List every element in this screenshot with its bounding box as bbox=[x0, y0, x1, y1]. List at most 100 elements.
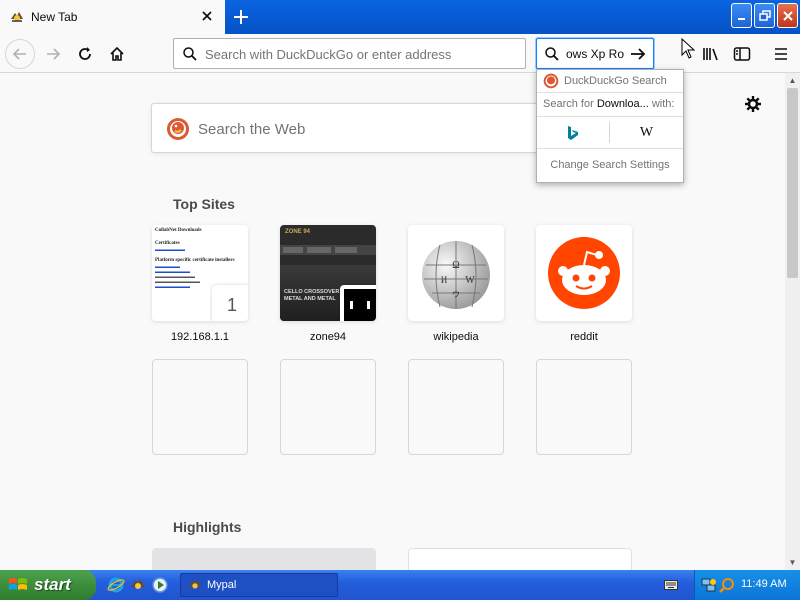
back-button[interactable] bbox=[5, 39, 35, 69]
reddit-logo-icon bbox=[548, 237, 620, 309]
thumb-title: CollabNet Downloads bbox=[155, 228, 202, 233]
windows-logo-icon bbox=[9, 578, 27, 590]
wikipedia-globe-icon: Ω И W ウ bbox=[422, 241, 490, 309]
taskbar-item-label: Mypal bbox=[207, 579, 237, 591]
top-site-tile[interactable] bbox=[536, 225, 632, 321]
new-tab-icon[interactable] bbox=[229, 5, 253, 29]
search-for-query: Downloa... bbox=[596, 98, 649, 110]
top-site-tile[interactable]: CollabNet Downloads Certificates ▬▬▬▬▬▬ … bbox=[152, 225, 248, 321]
highlight-card-placeholder bbox=[152, 548, 376, 570]
duckduckgo-logo-icon bbox=[543, 73, 559, 89]
search-for-prefix: Search for bbox=[543, 98, 594, 110]
dropdown-header[interactable]: DuckDuckGo Search bbox=[537, 70, 683, 93]
library-button[interactable] bbox=[696, 39, 726, 69]
scroll-down-icon[interactable]: ▼ bbox=[785, 555, 800, 570]
highlights-heading: Highlights bbox=[173, 519, 242, 535]
tile-label: wikipedia bbox=[433, 331, 479, 343]
search-icon bbox=[183, 47, 197, 61]
highlight-card-placeholder bbox=[408, 548, 632, 570]
empty-tile-placeholder bbox=[536, 359, 632, 455]
search-bar[interactable]: ows Xp Ro bbox=[536, 38, 654, 69]
scrollbar-thumb[interactable] bbox=[787, 88, 798, 278]
tile-label: 192.168.1.1 bbox=[170, 331, 230, 343]
close-tab-icon[interactable] bbox=[199, 8, 215, 24]
system-tray: 11:49 AM bbox=[694, 570, 800, 600]
alt-engines-row: W bbox=[537, 116, 683, 149]
thumb-banner: ZONE 94 bbox=[285, 229, 311, 235]
tile-label: reddit bbox=[570, 331, 598, 343]
tab-new-tab[interactable]: New Tab bbox=[0, 0, 225, 34]
svg-text:Ω: Ω bbox=[452, 260, 459, 271]
top-site-tile[interactable]: Ω И W ウ bbox=[408, 225, 504, 321]
mypal-icon[interactable] bbox=[129, 576, 147, 594]
empty-tile-placeholder bbox=[280, 359, 376, 455]
top-sites-heading: Top Sites bbox=[173, 196, 235, 212]
bing-icon bbox=[568, 125, 578, 140]
thumb-headline: CELLO CROSSOVER METAL AND METAL bbox=[284, 289, 340, 302]
empty-tile-placeholder bbox=[408, 359, 504, 455]
svg-text:И: И bbox=[441, 275, 448, 285]
dropdown-engine-name: DuckDuckGo Search bbox=[564, 75, 667, 87]
search-input-value[interactable]: ows Xp Ro bbox=[566, 47, 626, 61]
web-search-placeholder: Search the Web bbox=[198, 121, 306, 138]
thumb-line: Platform specific certificate installers bbox=[155, 258, 235, 263]
thumb-line: Certificates bbox=[155, 241, 180, 246]
taskbar: start Mypal 11:49 AM bbox=[0, 570, 800, 600]
search-engine-dropdown: DuckDuckGo Search Search for Downloa... … bbox=[536, 69, 684, 183]
navigation-toolbar: ows Xp Ro bbox=[0, 34, 800, 73]
sidebar-button[interactable] bbox=[727, 39, 757, 69]
internet-explorer-icon[interactable] bbox=[107, 576, 125, 594]
start-button[interactable]: start bbox=[0, 570, 96, 600]
close-icon bbox=[782, 10, 793, 21]
menu-button[interactable] bbox=[766, 39, 796, 69]
mypal-icon bbox=[188, 579, 202, 589]
tile-badge: 1 bbox=[212, 285, 248, 321]
restore-button[interactable] bbox=[754, 3, 775, 28]
tab-strip: New Tab bbox=[0, 0, 800, 34]
url-bar[interactable] bbox=[173, 38, 526, 69]
mypal-favicon-icon bbox=[11, 12, 23, 22]
tile-label: zone94 bbox=[309, 331, 347, 343]
network-icon[interactable] bbox=[701, 577, 717, 593]
clock: 11:49 AM bbox=[741, 578, 787, 590]
forward-button[interactable] bbox=[38, 39, 68, 69]
restore-icon bbox=[758, 9, 771, 21]
tab-title: New Tab bbox=[31, 10, 78, 24]
media-player-icon[interactable] bbox=[151, 576, 169, 594]
search-icon bbox=[545, 47, 559, 61]
start-label: start bbox=[34, 575, 71, 594]
change-search-settings[interactable]: Change Search Settings bbox=[537, 159, 683, 171]
mouse-cursor-icon bbox=[681, 38, 695, 59]
go-arrow-icon[interactable] bbox=[629, 45, 647, 63]
wikipedia-engine-button[interactable]: W bbox=[610, 117, 683, 148]
svg-text:W: W bbox=[465, 275, 475, 286]
sidebar-icon bbox=[733, 47, 751, 61]
svg-text:ウ: ウ bbox=[452, 290, 460, 299]
reload-icon bbox=[79, 47, 91, 60]
back-arrow-icon bbox=[12, 48, 26, 60]
minimize-icon bbox=[737, 17, 745, 20]
search-tray-icon[interactable] bbox=[719, 577, 735, 593]
home-icon bbox=[110, 46, 124, 61]
home-button[interactable] bbox=[102, 39, 132, 69]
page-scrollbar[interactable]: ▲ ▼ bbox=[785, 73, 800, 570]
gear-icon[interactable] bbox=[744, 95, 762, 113]
top-site-tile[interactable]: ZONE 94 CELLO CROSSOVER METAL AND METAL bbox=[280, 225, 376, 321]
duckduckgo-logo-icon bbox=[167, 118, 189, 140]
search-for-suffix: with: bbox=[651, 98, 675, 110]
keyboard-icon[interactable] bbox=[664, 579, 678, 591]
search-for-line: Search for Downloa... with: bbox=[543, 98, 674, 110]
reload-button[interactable] bbox=[70, 39, 100, 69]
forward-arrow-icon bbox=[47, 48, 61, 60]
close-window-button[interactable] bbox=[777, 3, 798, 28]
url-input[interactable] bbox=[205, 44, 515, 64]
library-icon bbox=[703, 48, 718, 61]
tile-favicon bbox=[340, 285, 376, 321]
scroll-up-icon[interactable]: ▲ bbox=[785, 73, 800, 88]
web-search-box[interactable]: Search the Web bbox=[151, 103, 551, 153]
empty-tile-placeholder bbox=[152, 359, 248, 455]
hamburger-menu-icon bbox=[775, 48, 787, 60]
bing-engine-button[interactable] bbox=[537, 117, 609, 148]
taskbar-item-mypal[interactable]: Mypal bbox=[180, 573, 338, 597]
minimize-button[interactable] bbox=[731, 3, 752, 28]
